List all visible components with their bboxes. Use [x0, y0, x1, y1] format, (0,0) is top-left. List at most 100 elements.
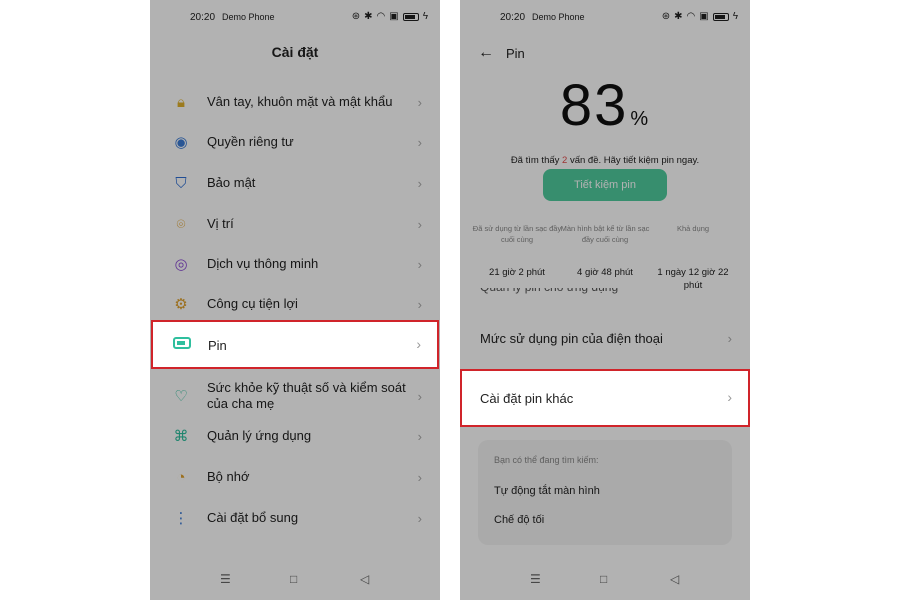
- wifi-icon: ◠: [686, 11, 696, 22]
- menu-item-battery[interactable]: Pin ›: [151, 320, 439, 369]
- page-title: Pin: [506, 46, 525, 61]
- menu-item-security[interactable]: ⛉ Bảo mật ›: [150, 163, 440, 203]
- charging-icon: ϟ: [732, 11, 738, 22]
- battery-status-icon: [402, 12, 419, 21]
- menu-item-digital-wellbeing[interactable]: ♡ Sức khỏe kỹ thuật số và kiểm soát của …: [150, 371, 440, 421]
- partial-row-label: Quản lý pin cho ứng dụng: [480, 288, 618, 298]
- nfc-icon: ⊛: [661, 11, 671, 22]
- status-icons: ⊛ ✱ ◠ ▣ ϟ: [662, 11, 738, 22]
- menu-item-label: Quản lý ứng dụng: [207, 428, 312, 443]
- save-battery-button[interactable]: Tiết kiệm pin: [543, 169, 667, 201]
- menu-item-label: Vân tay, khuôn mặt và mật khẩu: [207, 94, 393, 109]
- status-bar: 20:20 Demo Phone ⊛ ✱ ◠ ▣ ϟ: [460, 10, 750, 26]
- battery-status-icon: [712, 12, 729, 21]
- suggestion-box: Bạn có thể đang tìm kiếm: Tự động tắt mà…: [478, 440, 732, 545]
- battery-percent-value: 83: [559, 73, 629, 138]
- menu-item-label: Công cụ tiện lợi: [207, 296, 298, 311]
- back-nav-icon[interactable]: ◁: [670, 572, 679, 586]
- menu-item-location[interactable]: ⌾ Vị trí ›: [150, 204, 440, 244]
- menu-item-label: Bảo mật: [207, 175, 256, 190]
- home-nav-icon[interactable]: □: [290, 572, 297, 586]
- status-carrier: Demo Phone: [222, 12, 275, 22]
- stat-caption: Đã sử dụng từ lần sạc đầy cuối cùng: [472, 224, 562, 244]
- stat-value: 21 giờ 2 phút: [489, 267, 545, 278]
- suggestion-header: Bạn có thể đang tìm kiếm:: [494, 455, 599, 465]
- menu-item-app-management[interactable]: ⌘ Quản lý ứng dụng ›: [150, 416, 440, 456]
- row-label: Cài đặt pin khác: [480, 391, 574, 406]
- chevron-right-icon: ›: [417, 428, 422, 444]
- bluetooth-icon: ✱: [674, 11, 683, 22]
- storage-pie-icon: ◔: [176, 468, 186, 486]
- settings-screen: 20:20 Demo Phone ⊛ ✱ ◠ ▣ ϟ Cài đặt 🔒︎ Vâ…: [150, 0, 440, 600]
- shield-icon: ⛉: [175, 174, 187, 192]
- status-time: 20:20: [190, 12, 216, 23]
- issue-prefix: Đã tìm thấy: [510, 155, 560, 166]
- stat-value: 1 ngày 12 giờ 22 phút: [657, 267, 729, 291]
- chevron-right-icon: ›: [417, 388, 422, 404]
- chevron-right-icon: ›: [417, 296, 422, 312]
- menu-item-convenience-tools[interactable]: ⚙ Công cụ tiện lợi ›: [150, 284, 440, 324]
- row-label: Mức sử dụng pin của điện thoại: [480, 330, 663, 346]
- row-other-battery-settings[interactable]: Cài đặt pin khác ›: [460, 369, 750, 427]
- menu-item-label: Bộ nhớ: [207, 469, 250, 484]
- privacy-eye-icon: ◉: [174, 134, 188, 151]
- location-pin-icon: ⌾: [176, 215, 186, 233]
- row-phone-battery-usage[interactable]: Mức sử dụng pin của điện thoại ›: [460, 318, 750, 358]
- tools-icon: ⚙: [174, 296, 188, 313]
- partial-row-app-battery[interactable]: Quản lý pin cho ứng dụng: [480, 288, 618, 300]
- stat-caption: Khả dụng: [676, 224, 710, 233]
- back-nav-icon[interactable]: ◁: [360, 572, 369, 586]
- status-icons: ⊛ ✱ ◠ ▣ ϟ: [352, 11, 428, 22]
- more-dots-icon: ⋮: [173, 510, 189, 527]
- suggestion-dark-mode[interactable]: Chế độ tối: [494, 514, 544, 526]
- menu-item-label: Sức khỏe kỹ thuật số và kiểm soát của ch…: [207, 380, 406, 411]
- menu-item-privacy[interactable]: ◉ Quyền riêng tư ›: [150, 122, 440, 162]
- stat-available: Khả dụng 1 ngày 12 giờ 22 phút: [648, 224, 738, 291]
- status-carrier: Demo Phone: [532, 12, 585, 22]
- signal-icon: ▣: [389, 11, 399, 22]
- menu-item-smart-services[interactable]: ◎ Dịch vụ thông minh ›: [150, 244, 440, 284]
- status-bar: 20:20 Demo Phone ⊛ ✱ ◠ ▣ ϟ: [150, 10, 440, 26]
- chevron-right-icon: ›: [417, 510, 422, 526]
- chevron-right-icon: ›: [416, 336, 421, 352]
- chevron-right-icon: ›: [417, 134, 422, 150]
- heart-icon: ♡: [174, 388, 188, 405]
- menu-nav-icon[interactable]: ☰: [530, 572, 541, 586]
- chevron-right-icon: ›: [417, 175, 422, 191]
- page-title: Cài đặt: [271, 44, 319, 60]
- stat-value: 4 giờ 48 phút: [577, 267, 633, 278]
- menu-item-label: Quyền riêng tư: [207, 134, 294, 149]
- battery-icon: [173, 337, 191, 349]
- status-time: 20:20: [500, 12, 526, 23]
- menu-nav-icon[interactable]: ☰: [220, 572, 231, 586]
- stat-caption: Màn hình bật kể từ lần sạc đầy cuối cùng: [560, 224, 650, 244]
- wifi-icon: ◠: [376, 11, 386, 22]
- menu-item-label: Cài đặt bổ sung: [207, 510, 299, 525]
- nav-bar: ☰ □ ◁: [150, 572, 440, 592]
- issue-count: 2: [562, 155, 568, 166]
- charging-icon: ϟ: [422, 11, 428, 22]
- chevron-right-icon: ›: [727, 330, 732, 346]
- issue-suffix: vấn đề. Hãy tiết kiệm pin ngay.: [569, 155, 700, 166]
- battery-percentage: 83%: [460, 72, 750, 139]
- battery-screen: 20:20 Demo Phone ⊛ ✱ ◠ ▣ ϟ ← Pin 83% Đã …: [460, 0, 750, 600]
- bluetooth-icon: ✱: [364, 11, 373, 22]
- percent-sign: %: [630, 108, 651, 130]
- issue-message: Đã tìm thấy 2 vấn đề. Hãy tiết kiệm pin …: [460, 155, 750, 166]
- home-nav-icon[interactable]: □: [600, 572, 607, 586]
- menu-item-label: Vị trí: [207, 216, 234, 231]
- stat-used-since-charge: Đã sử dụng từ lần sạc đầy cuối cùng 21 g…: [472, 224, 562, 278]
- menu-item-additional-settings[interactable]: ⋮ Cài đặt bổ sung ›: [150, 498, 440, 538]
- chevron-right-icon: ›: [417, 256, 422, 272]
- lock-icon: 🔒︎: [177, 93, 185, 111]
- smart-service-icon: ◎: [174, 256, 188, 273]
- chevron-right-icon: ›: [417, 216, 422, 232]
- menu-item-fingerprint-face-password[interactable]: 🔒︎ Vân tay, khuôn mặt và mật khẩu ›: [150, 82, 440, 122]
- chevron-right-icon: ›: [727, 389, 732, 405]
- chevron-right-icon: ›: [417, 469, 422, 485]
- back-arrow-icon[interactable]: ←: [478, 44, 494, 62]
- stat-screen-on: Màn hình bật kể từ lần sạc đầy cuối cùng…: [560, 224, 650, 278]
- suggestion-auto-screen-off[interactable]: Tự động tắt màn hình: [494, 485, 600, 497]
- menu-item-storage[interactable]: ◔ Bộ nhớ ›: [150, 457, 440, 497]
- signal-icon: ▣: [699, 11, 709, 22]
